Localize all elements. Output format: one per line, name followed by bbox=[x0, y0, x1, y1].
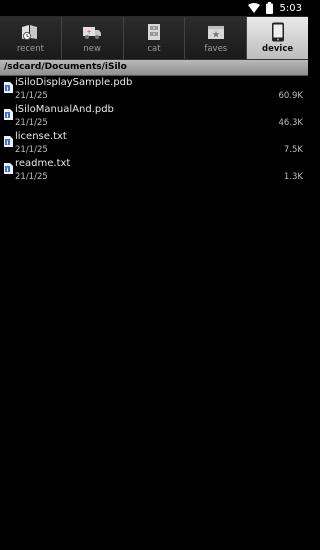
status-bar: 5:03 bbox=[0, 0, 308, 16]
tab-label: recent bbox=[16, 44, 44, 54]
file-name: iSiloManualAnd.pdb bbox=[15, 104, 114, 115]
tab-new[interactable]: + new bbox=[61, 17, 124, 59]
file-size: 60.9K bbox=[278, 91, 304, 101]
file-size: 46.3K bbox=[278, 118, 304, 128]
file-size: 1.3K bbox=[283, 172, 303, 182]
list-item[interactable]: i readme.txt 21/1/25 1.3K bbox=[0, 157, 308, 184]
file-name: license.txt bbox=[15, 131, 67, 142]
path-bar: /sdcard/Documents/iSilo bbox=[0, 60, 308, 76]
battery-icon bbox=[264, 2, 276, 14]
svg-text:i: i bbox=[7, 86, 9, 92]
tab-cat[interactable]: cat bbox=[123, 17, 186, 59]
file-list: i iSiloDisplaySample.pdb 21/1/25 60.9K i… bbox=[0, 76, 308, 184]
tab-faves[interactable]: faves bbox=[185, 17, 248, 59]
file-icon: i bbox=[4, 78, 13, 93]
file-icon: i bbox=[4, 159, 13, 174]
tab-label: new bbox=[83, 44, 101, 54]
list-item[interactable]: i license.txt 21/1/25 7.5K bbox=[0, 130, 308, 157]
file-icon: i bbox=[4, 105, 13, 120]
recent-books-icon bbox=[19, 22, 41, 42]
file-date: 21/1/25 bbox=[15, 118, 48, 128]
wifi-icon bbox=[247, 2, 260, 14]
file-name: iSiloDisplaySample.pdb bbox=[15, 77, 133, 88]
faves-box-icon bbox=[205, 22, 227, 42]
tab-bar: recent + new cat faves device bbox=[0, 16, 308, 60]
svg-text:i: i bbox=[7, 140, 9, 146]
device-phone-icon bbox=[267, 22, 289, 42]
file-name: readme.txt bbox=[15, 158, 71, 169]
catalog-cabinet-icon bbox=[143, 22, 165, 42]
svg-text:i: i bbox=[7, 113, 9, 119]
file-date: 21/1/25 bbox=[15, 145, 48, 155]
new-truck-icon: + bbox=[81, 22, 103, 42]
svg-text:+: + bbox=[87, 29, 92, 36]
svg-text:i: i bbox=[7, 167, 9, 173]
list-item[interactable]: i iSiloManualAnd.pdb 21/1/25 46.3K bbox=[0, 103, 308, 130]
list-item[interactable]: i iSiloDisplaySample.pdb 21/1/25 60.9K bbox=[0, 76, 308, 103]
file-size: 7.5K bbox=[283, 145, 303, 155]
file-date: 21/1/25 bbox=[15, 172, 48, 182]
tab-label: device bbox=[262, 44, 294, 54]
tab-device[interactable]: device bbox=[247, 17, 308, 59]
file-icon: i bbox=[4, 132, 13, 147]
tab-label: faves bbox=[204, 44, 228, 54]
status-time: 5:03 bbox=[279, 2, 302, 14]
tab-label: cat bbox=[147, 44, 161, 54]
tab-recent[interactable]: recent bbox=[0, 17, 62, 59]
file-date: 21/1/25 bbox=[15, 91, 48, 101]
